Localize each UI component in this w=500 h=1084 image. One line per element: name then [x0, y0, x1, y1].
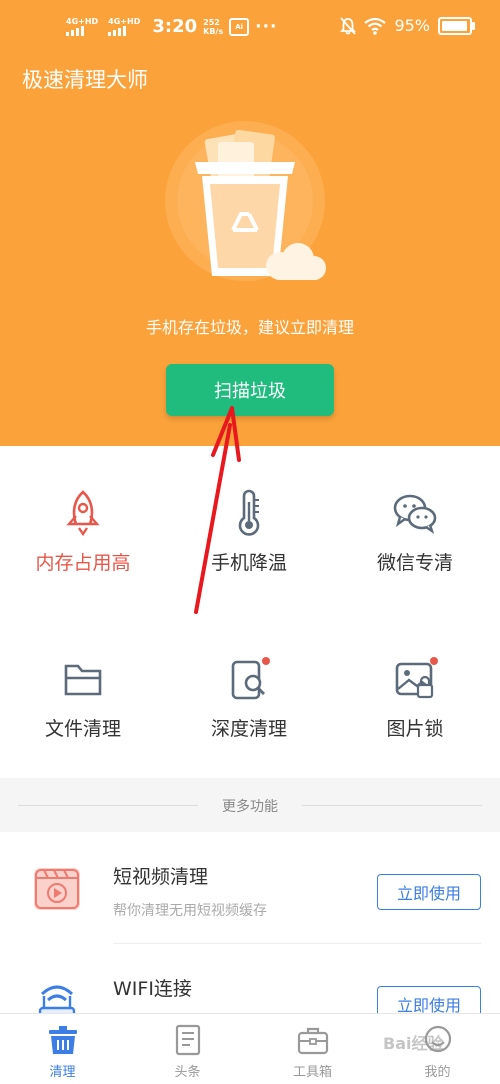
app-title: 极速清理大师: [22, 68, 148, 92]
status-left: 4G+HD 4G+HD 3:20 252 KB/s Ai ···: [66, 16, 277, 37]
notification-icon: Ai: [229, 17, 250, 36]
deep-scan-icon: [231, 657, 270, 700]
feature-description: 帮你清理无用短视频缓存: [113, 903, 267, 919]
divider-right: [302, 805, 482, 806]
battery-icon: [438, 16, 475, 35]
nav-label: 工具箱: [292, 1065, 332, 1080]
nav-label: 清理: [49, 1065, 76, 1080]
nav-clean[interactable]: 清理: [0, 1014, 125, 1084]
tool-image-lock[interactable]: 图片锁: [332, 612, 498, 778]
clean-icon: [49, 1026, 77, 1054]
tool-label: 手机降温: [210, 552, 287, 574]
mute-bell-icon: [340, 16, 357, 35]
more-functions-header: 更多功能: [0, 778, 500, 832]
rocket-icon: [66, 490, 100, 537]
profile-icon: [424, 1025, 452, 1053]
hero-section: 极速清理大师 手机存在垃圾，建议立即清理 扫描垃圾: [0, 56, 500, 446]
tool-label: 深度清理: [210, 718, 287, 740]
thermometer-icon: [238, 489, 260, 536]
speed-value: 252: [203, 17, 220, 27]
tool-wechat[interactable]: 微信专清: [332, 446, 498, 612]
scan-junk-button[interactable]: 扫描垃圾: [166, 364, 334, 416]
signal-icon: [66, 26, 84, 36]
nav-label: 我的: [424, 1065, 451, 1080]
app-screen: 4G+HD 4G+HD 3:20 252 KB/s Ai ··· 95% 极速清…: [0, 0, 500, 1084]
network-speed: 252 KB/s: [203, 18, 223, 36]
tools-grid: 内存占用高 手机降温 微信专清 文件清理 深度清理 图片锁: [0, 446, 500, 778]
nav-toolbox[interactable]: 工具箱: [250, 1014, 375, 1084]
tool-cooling[interactable]: 手机降温: [166, 446, 332, 612]
nav-profile[interactable]: 我的: [375, 1014, 500, 1084]
tool-label: 图片锁: [386, 718, 444, 740]
more-notifications-icon: ···: [255, 16, 278, 37]
status-time: 3:20: [152, 16, 198, 37]
folder-icon: [64, 664, 102, 696]
use-now-button[interactable]: 立即使用: [377, 874, 481, 910]
signal-icon: [108, 26, 127, 36]
more-functions-title: 更多功能: [222, 799, 278, 815]
tool-memory[interactable]: 内存占用高: [0, 446, 166, 612]
news-icon: [175, 1024, 201, 1056]
nav-label: 头条: [174, 1065, 201, 1080]
battery-level: [442, 20, 467, 31]
wifi-icon: [364, 17, 387, 35]
video-icon: [34, 868, 80, 910]
status-bar: 4G+HD 4G+HD 3:20 252 KB/s Ai ··· 95%: [0, 0, 500, 56]
junk-warning-message: 手机存在垃圾，建议立即清理: [145, 318, 354, 337]
wechat-icon: [393, 494, 437, 534]
feature-short-video: 短视频清理 帮你清理无用短视频缓存 立即使用: [0, 832, 500, 942]
feature-title: 短视频清理: [113, 866, 209, 888]
trash-bin-illustration: [160, 116, 350, 296]
tool-file-clean[interactable]: 文件清理: [0, 612, 166, 778]
bottom-navigation: 清理 头条 工具箱 我的: [0, 1013, 500, 1084]
network-type-label: 4G+HD: [66, 17, 99, 26]
signal-1: 4G+HD: [66, 17, 98, 36]
tool-label: 内存占用高: [35, 552, 131, 574]
network-type-label: 4G+HD: [108, 17, 141, 26]
image-lock-icon: [395, 657, 438, 699]
battery-percent: 95%: [394, 16, 430, 35]
speed-unit: KB/s: [203, 26, 224, 36]
tool-deep-clean[interactable]: 深度清理: [166, 612, 332, 778]
nav-news[interactable]: 头条: [125, 1014, 250, 1084]
feature-title: WIFI连接: [113, 978, 192, 1000]
tool-label: 文件清理: [44, 718, 121, 740]
status-right: 95%: [340, 16, 475, 35]
toolbox-icon: [297, 1027, 329, 1055]
tool-label: 微信专清: [376, 552, 453, 574]
signal-2: 4G+HD: [108, 17, 140, 36]
